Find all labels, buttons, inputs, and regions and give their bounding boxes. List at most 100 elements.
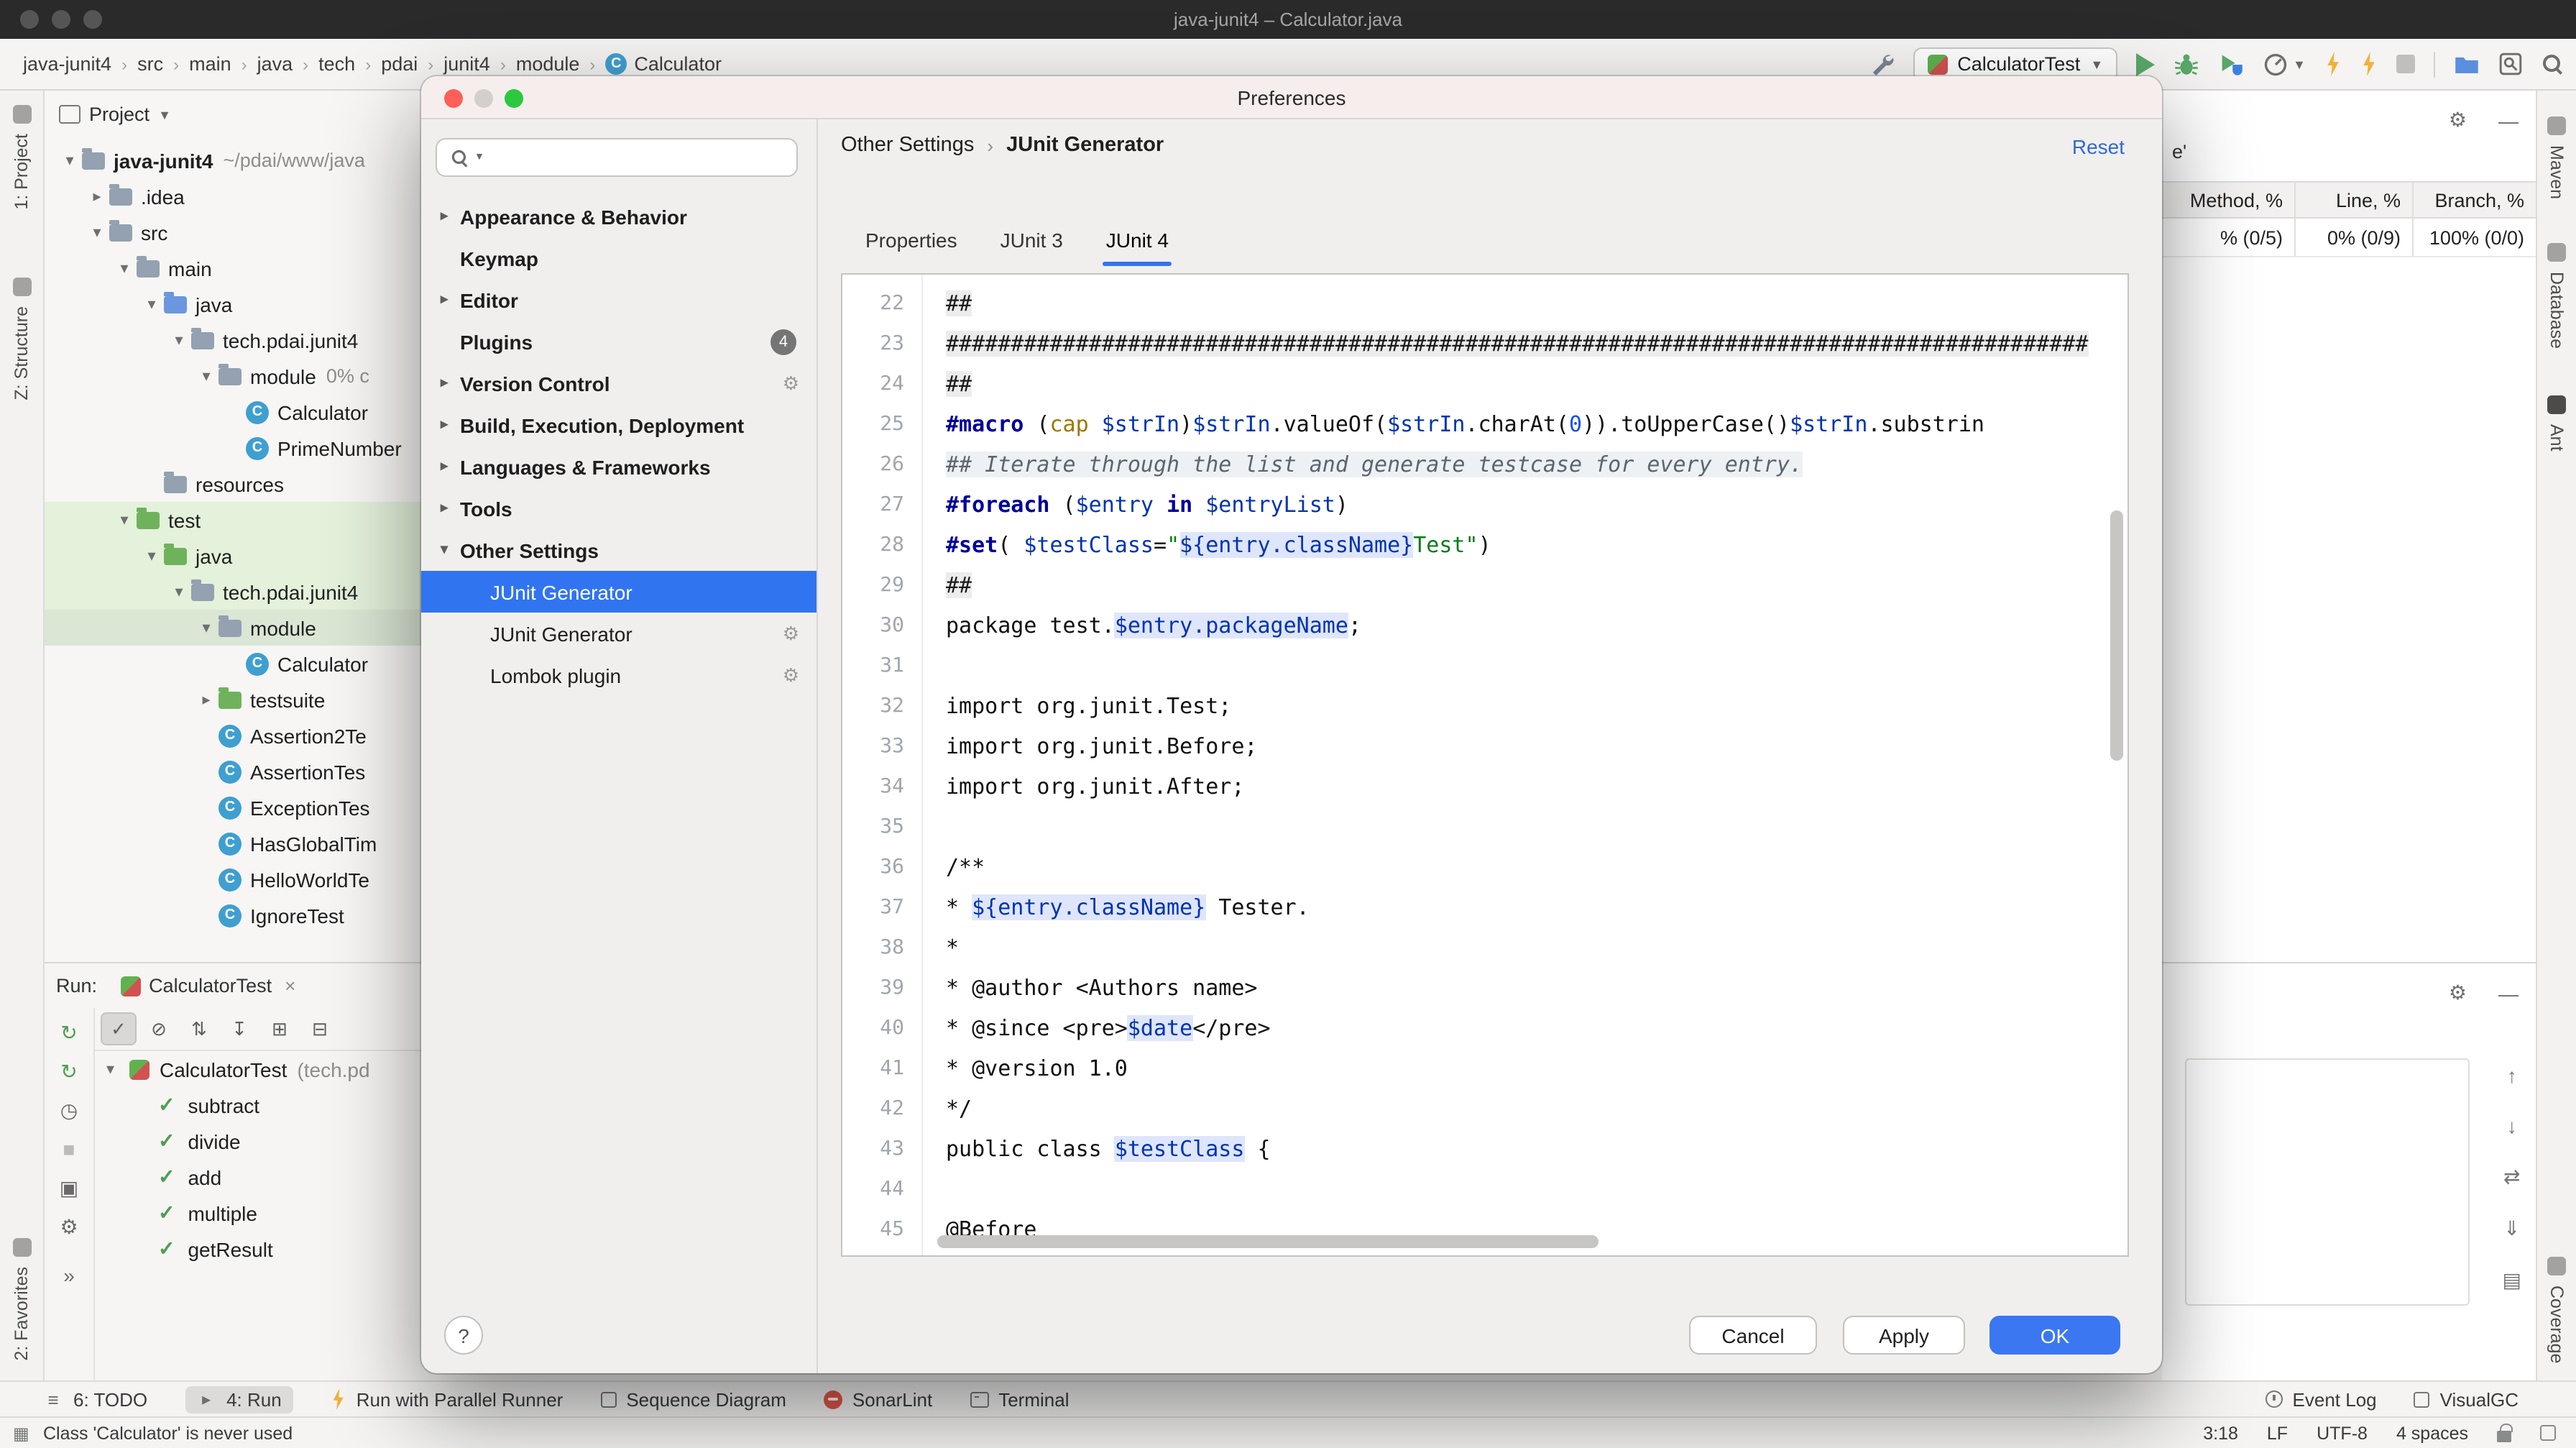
code-line[interactable]: * @version 1.0 <box>923 1048 2128 1089</box>
reset-link[interactable]: Reset <box>2072 135 2125 158</box>
cancel-button[interactable]: Cancel <box>1689 1316 1817 1355</box>
hide-ignored-icon[interactable]: ⊘ <box>141 1012 177 1045</box>
grid-icon[interactable]: ▤ <box>2503 1268 2521 1293</box>
breadcrumb-item[interactable]: src <box>137 53 163 75</box>
settings-nav-item[interactable]: ▸Build, Execution, Deployment <box>421 404 816 446</box>
stripe-button-ant[interactable]: Ant <box>2537 395 2576 452</box>
down-icon[interactable]: ↓ <box>2507 1114 2517 1137</box>
status-item[interactable]: LF <box>2267 1423 2288 1443</box>
breadcrumb-item[interactable]: tech <box>318 53 355 75</box>
breadcrumb-item[interactable]: java <box>257 53 293 75</box>
up-icon[interactable]: ↑ <box>2507 1064 2517 1087</box>
settings-icon[interactable]: ⚙ <box>60 1216 78 1237</box>
chevron-down-icon[interactable]: ▾ <box>85 223 109 242</box>
chevron-down-icon[interactable]: ▾ <box>112 259 137 278</box>
chevron-down-icon[interactable]: ▾ <box>194 367 218 385</box>
code-line[interactable]: package test.$entry.packageName; <box>923 605 2128 646</box>
history-icon[interactable]: ◷ <box>60 1100 78 1120</box>
find-in-files-icon[interactable] <box>2498 52 2523 76</box>
coverage-column-header[interactable]: Method, % <box>2162 183 2294 217</box>
chevron-down-icon[interactable]: ▾ <box>167 582 191 601</box>
stripe-button-coverage[interactable]: Coverage <box>2537 1257 2576 1363</box>
hide-panel-icon[interactable]: — <box>2498 109 2518 132</box>
hide-panel-icon[interactable]: — <box>2498 981 2518 1004</box>
expand-all-icon[interactable]: ⊞ <box>262 1012 298 1045</box>
breadcrumb-item[interactable]: CCalculator <box>605 53 722 75</box>
settings-nav-item[interactable]: ▸Editor <box>421 279 816 321</box>
chevron-down-icon[interactable]: ▾ <box>167 331 191 349</box>
export-icon[interactable]: ⇓ <box>2503 1216 2520 1241</box>
stripe-button-1-project[interactable]: 1: Project <box>0 105 43 210</box>
run-tab[interactable]: CalculatorTest × <box>120 975 295 996</box>
code-line[interactable]: ## Iterate through the list and generate… <box>923 444 2128 485</box>
code-line[interactable]: * <box>923 927 2128 968</box>
minimize-window-button[interactable] <box>52 10 70 29</box>
coverage-column-header[interactable]: Line, % <box>2294 183 2412 217</box>
breadcrumb-item[interactable]: java-junit4 <box>23 53 111 75</box>
debug-button[interactable] <box>2174 51 2199 77</box>
code-line[interactable]: /** <box>923 847 2128 887</box>
breadcrumb-item[interactable]: pdai <box>381 53 418 75</box>
search-input[interactable] <box>487 139 796 175</box>
code-line[interactable]: ## <box>923 565 2128 605</box>
project-structure-folder-icon[interactable] <box>2454 51 2480 77</box>
settings-nav-item[interactable]: ▾Other Settings <box>421 529 816 571</box>
tab-junit-3[interactable]: JUnit 3 <box>1000 229 1063 266</box>
settings-nav-item[interactable]: JUnit Generator⚙ <box>421 613 816 654</box>
code-line[interactable]: ########################################… <box>923 324 2128 364</box>
code-line[interactable]: * @author <Authors name> <box>923 968 2128 1008</box>
code-line[interactable] <box>923 807 2128 847</box>
toolwindow-button-sonarlint[interactable]: SonarLint <box>824 1388 932 1410</box>
swap-icon[interactable]: ⇄ <box>2503 1165 2520 1189</box>
code-line[interactable] <box>923 646 2128 686</box>
code-line[interactable]: import org.junit.After; <box>923 766 2128 807</box>
settings-breadcrumb-parent[interactable]: Other Settings <box>841 134 974 157</box>
breadcrumb-item[interactable]: main <box>189 53 231 75</box>
toolwindow-button-terminal[interactable]: Terminal <box>970 1388 1069 1410</box>
code-line[interactable]: #foreach ($entry in $entryList) <box>923 485 2128 525</box>
toolwindow-button-event-log[interactable]: Event Log <box>2266 1388 2377 1410</box>
run-with-coverage-button[interactable] <box>2218 51 2244 77</box>
run-button[interactable] <box>2136 52 2155 75</box>
apply-button[interactable]: Apply <box>1843 1316 1965 1355</box>
profiler-button[interactable]: ▼ <box>2263 51 2306 77</box>
search-everywhere-icon[interactable] <box>2542 52 2564 75</box>
code-line[interactable]: import org.junit.Before; <box>923 726 2128 766</box>
toolwindow-button-sequence-diagram[interactable]: Sequence Diagram <box>600 1388 786 1410</box>
settings-nav-item[interactable]: ▸Languages & Frameworks <box>421 446 816 487</box>
sort-by-duration-icon[interactable]: ↧ <box>221 1012 257 1045</box>
tab-properties[interactable]: Properties <box>865 229 957 266</box>
settings-nav-item[interactable]: Plugins4 <box>421 321 816 362</box>
status-item[interactable]: 4 spaces <box>2396 1423 2468 1443</box>
show-passed-icon[interactable]: ✓ <box>101 1012 137 1045</box>
chevron-down-icon[interactable]: ▾ <box>112 510 137 529</box>
toolwindow-button-visualgc[interactable]: VisualGC <box>2414 1388 2518 1410</box>
settings-nav-item[interactable]: Lombok plugin⚙ <box>421 654 816 696</box>
more-icon[interactable]: » <box>63 1264 75 1287</box>
breadcrumb-item[interactable]: module <box>516 53 580 75</box>
rerun-icon[interactable]: ↻ <box>60 1022 77 1043</box>
close-window-button[interactable] <box>20 10 39 29</box>
zoom-dialog-button[interactable] <box>505 88 523 107</box>
code-line[interactable]: * ${entry.className} Tester. <box>923 887 2128 927</box>
toolwindow-button-6-todo[interactable]: 6: TODO <box>43 1388 147 1410</box>
code-line[interactable]: public class $testClass { <box>923 1129 2128 1169</box>
code-line[interactable]: ## <box>923 283 2128 324</box>
rerun-failed-icon[interactable]: ↻ <box>60 1061 77 1081</box>
settings-nav-item[interactable]: Keymap <box>421 237 816 279</box>
status-item[interactable]: 3:18 <box>2203 1423 2238 1443</box>
code-line[interactable]: */ <box>923 1089 2128 1129</box>
code-line[interactable]: import org.junit.Test; <box>923 686 2128 726</box>
stripe-button-z-structure[interactable]: Z: Structure <box>0 278 43 400</box>
toolwindow-button-run-with-parallel-runner[interactable]: Run with Parallel Runner <box>331 1388 564 1410</box>
chevron-down-icon[interactable]: ▾ <box>139 295 164 313</box>
code-line[interactable]: #set( $testClass="${entry.className}Test… <box>923 525 2128 565</box>
settings-nav-item[interactable]: JUnit Generator <box>421 571 816 613</box>
close-tab-icon[interactable]: × <box>285 975 295 996</box>
gear-icon[interactable]: ⚙ <box>2449 981 2467 1005</box>
toolwindow-switcher-icon[interactable]: ▦ <box>13 1423 29 1443</box>
notifications-icon[interactable] <box>2540 1425 2556 1441</box>
chevron-down-icon[interactable]: ▾ <box>194 618 218 637</box>
parallel-run-button[interactable] <box>2360 52 2378 76</box>
stripe-button-database[interactable]: Database <box>2537 243 2576 349</box>
